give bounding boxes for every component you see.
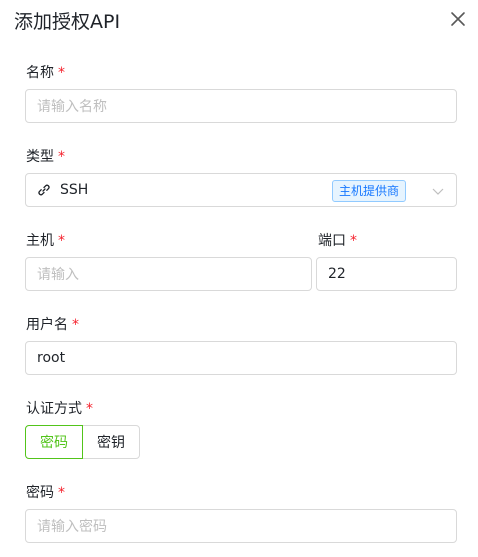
type-select-value: SSH — [60, 182, 89, 198]
host-input-placeholder: 请输入 — [37, 267, 79, 283]
required-marker: * — [72, 317, 79, 333]
username-label-text: 用户名 — [26, 317, 68, 333]
username-label: 用户名 * — [26, 314, 79, 334]
type-label-text: 类型 — [26, 149, 54, 165]
dialog-title: 添加授权API — [14, 11, 121, 33]
port-input-value: 22 — [328, 266, 346, 282]
name-input-placeholder: 请输入名称 — [37, 99, 107, 115]
auth-method-password-option[interactable]: 密码 — [25, 425, 83, 459]
required-marker: * — [58, 149, 65, 165]
host-label-text: 主机 — [26, 233, 54, 249]
required-marker: * — [58, 485, 65, 501]
auth-method-label-text: 认证方式 — [26, 401, 82, 417]
host-label: 主机 * — [26, 230, 65, 250]
link-icon — [38, 184, 50, 196]
name-input[interactable]: 请输入名称 — [25, 89, 457, 123]
username-input[interactable]: root — [25, 341, 457, 375]
password-label: 密码 * — [26, 482, 65, 502]
name-label-text: 名称 — [26, 65, 54, 81]
username-input-value: root — [37, 350, 66, 366]
port-label: 端口 * — [318, 230, 357, 250]
port-label-text: 端口 — [318, 233, 346, 249]
provider-tag: 主机提供商 — [331, 180, 406, 202]
name-label: 名称 * — [26, 62, 65, 82]
port-input[interactable]: 22 — [316, 257, 457, 291]
required-marker: * — [350, 233, 357, 249]
required-marker: * — [86, 401, 93, 417]
required-marker: * — [58, 65, 65, 81]
chevron-down-icon — [432, 188, 444, 195]
auth-method-label: 认证方式 * — [26, 398, 93, 418]
password-input[interactable]: 请输入密码 — [25, 509, 457, 543]
host-input[interactable]: 请输入 — [25, 257, 312, 291]
required-marker: * — [58, 233, 65, 249]
auth-method-key-option[interactable]: 密钥 — [82, 425, 140, 459]
type-select[interactable]: SSH 主机提供商 — [25, 173, 457, 207]
password-label-text: 密码 — [26, 485, 54, 501]
password-input-placeholder: 请输入密码 — [37, 519, 107, 535]
type-label: 类型 * — [26, 146, 65, 166]
close-icon[interactable] — [449, 10, 467, 28]
